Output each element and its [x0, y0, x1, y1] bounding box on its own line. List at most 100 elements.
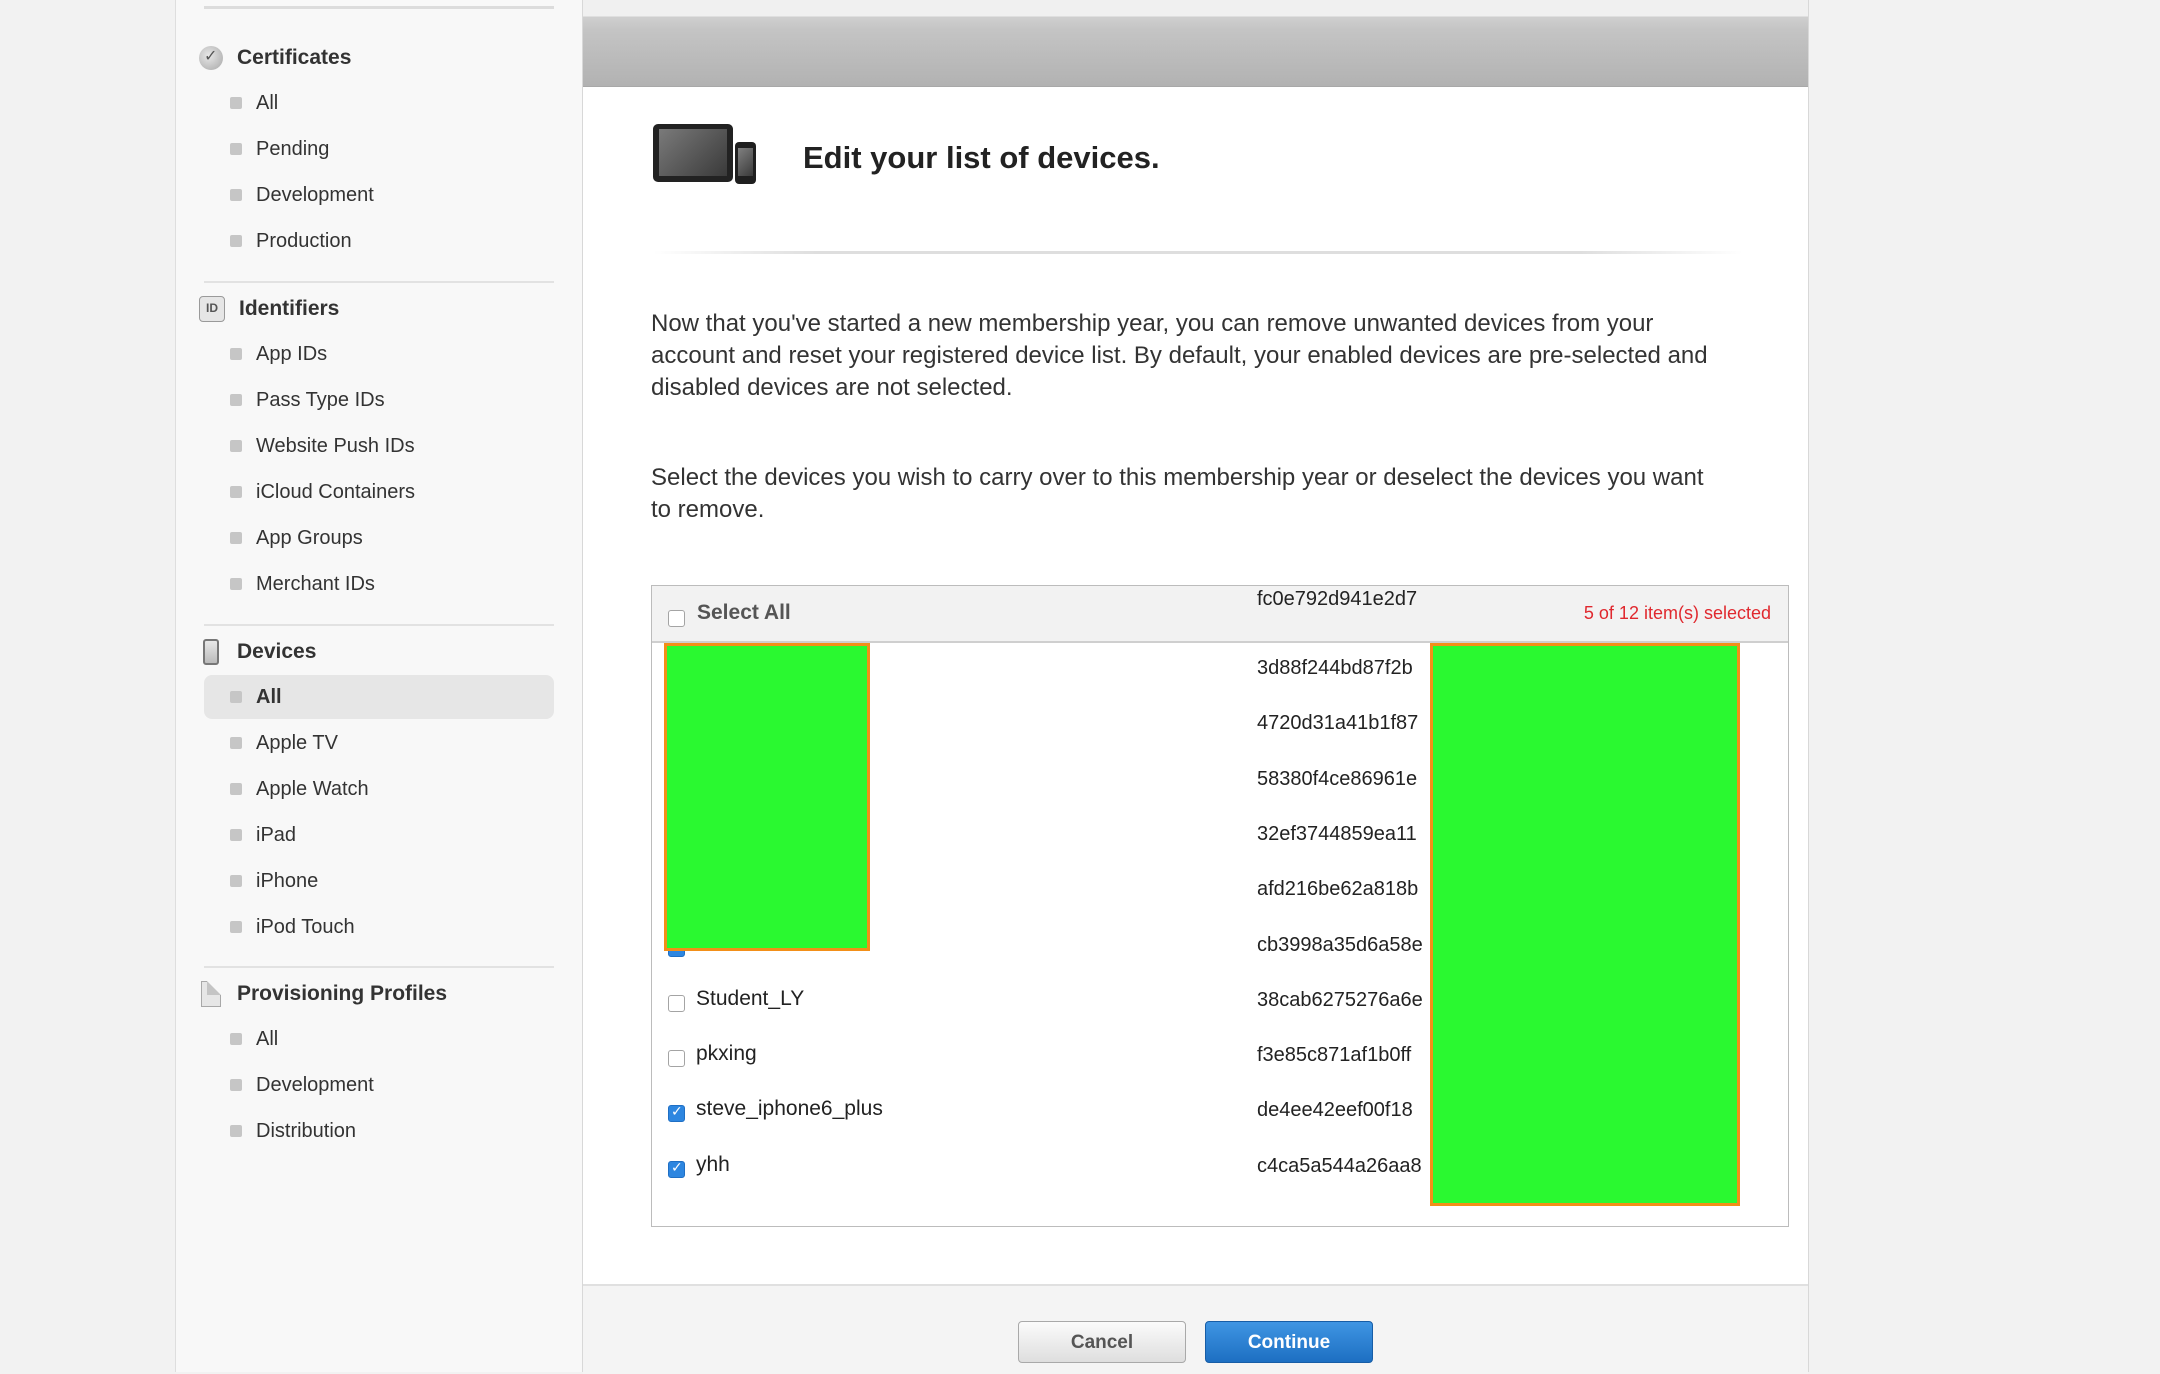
device-udid: 4720d31a41b1f87	[1257, 712, 1419, 735]
sidebar-item-icloud-containers[interactable]: iCloud Containers	[204, 470, 554, 514]
bullet-icon	[230, 532, 242, 544]
device-udid: fc0e792d941e2d7	[1257, 588, 1418, 610]
sidebar-item-ipod-touch[interactable]: iPod Touch	[204, 905, 554, 949]
bullet-icon	[230, 348, 242, 360]
cancel-button[interactable]: Cancel	[1018, 1321, 1186, 1363]
device-udid: afd216be62a818b	[1257, 878, 1419, 901]
bullet-icon	[230, 235, 242, 247]
sidebar-item-label: iPad	[256, 823, 297, 846]
device-udid: cb3998a35d6a58e	[1257, 933, 1423, 956]
bullet-icon	[230, 440, 242, 452]
sidebar-item-certificates-pending[interactable]: Pending	[204, 127, 554, 171]
sidebar-item-certificates-development[interactable]: Development	[204, 173, 554, 217]
bullet-icon	[230, 829, 242, 841]
bullet-icon	[230, 394, 242, 406]
device-name: Student_LY	[696, 986, 805, 1010]
sidebar-item-label: iPhone	[256, 869, 319, 892]
sidebar-item-profiles-development[interactable]: Development	[204, 1063, 554, 1107]
sidebar-item-label: Production	[256, 229, 352, 252]
sidebar-item-label: Apple TV	[256, 731, 338, 754]
sidebar-item-certificates-production[interactable]: Production	[204, 219, 554, 263]
device-udid: 58380f4ce86961e	[1257, 767, 1418, 790]
sidebar-item-label: App Groups	[256, 526, 363, 549]
profile-document-icon	[201, 981, 221, 1007]
devices-illustration-icon	[653, 122, 757, 186]
device-row[interactable]: fc0e792d941e2d7	[652, 586, 1788, 626]
tablet-icon	[653, 124, 733, 182]
sidebar-item-label: All	[256, 1027, 279, 1050]
intro-paragraph: Now that you've started a new membership…	[651, 310, 1708, 401]
sidebar-divider	[204, 966, 554, 968]
device-checkbox[interactable]	[668, 994, 685, 1012]
bullet-icon	[230, 189, 242, 201]
bullet-icon	[230, 783, 242, 795]
bullet-icon	[230, 921, 242, 933]
device-checkbox[interactable]	[668, 1050, 685, 1068]
sidebar-item-label: iCloud Containers	[256, 480, 415, 503]
bullet-icon	[230, 691, 242, 703]
sidebar-section-title: Provisioning Profiles	[237, 982, 448, 1005]
sidebar-divider	[204, 624, 554, 626]
sidebar-section-devices[interactable]: Devices	[199, 632, 316, 672]
instruction-paragraph: Select the devices you wish to carry ove…	[651, 464, 1704, 523]
title-divider	[653, 251, 1743, 254]
sidebar-item-certificates-all[interactable]: All	[204, 81, 554, 125]
sidebar-item-label: Development	[256, 1073, 374, 1096]
sidebar-item-app-groups[interactable]: App Groups	[204, 516, 554, 560]
device-list[interactable]: Select All 5 of 12 item(s) selected fc0e…	[651, 585, 1789, 1227]
sidebar-item-label: App IDs	[256, 342, 328, 365]
sidebar-item-label: Development	[256, 183, 374, 206]
continue-button[interactable]: Continue	[1205, 1321, 1373, 1363]
sidebar-item-label: iPod Touch	[256, 915, 355, 938]
bullet-icon	[230, 578, 242, 590]
sidebar-item-label: Website Push IDs	[256, 434, 415, 457]
sidebar-item-app-ids[interactable]: App IDs	[204, 332, 554, 376]
bullet-icon	[230, 143, 242, 155]
panel-header-bar	[583, 0, 1808, 87]
sidebar-divider	[204, 281, 554, 283]
dialog-footer: Cancel Continue	[583, 1284, 1808, 1374]
bullet-icon	[230, 486, 242, 498]
bullet-icon	[230, 1033, 242, 1045]
sidebar-section-title: Identifiers	[239, 297, 340, 320]
device-udid: 3d88f244bd87f2b	[1257, 657, 1413, 679]
bullet-icon	[230, 875, 242, 887]
sidebar-section-title: Certificates	[237, 46, 352, 69]
phone-icon	[735, 142, 756, 184]
sidebar-item-pass-type-ids[interactable]: Pass Type IDs	[204, 378, 554, 422]
sidebar-section-provisioning-profiles[interactable]: Provisioning Profiles	[199, 974, 447, 1014]
sidebar-item-merchant-ids[interactable]: Merchant IDs	[204, 562, 554, 606]
sidebar-item-label: Distribution	[256, 1119, 357, 1142]
certificate-icon	[199, 46, 223, 70]
sidebar-item-profiles-distribution[interactable]: Distribution	[204, 1109, 554, 1153]
sidebar-item-label: Pending	[256, 137, 330, 160]
device-udid: 38cab6275276a6e	[1257, 988, 1423, 1011]
sidebar-item-iphone[interactable]: iPhone	[204, 859, 554, 903]
sidebar-item-ipad[interactable]: iPad	[204, 813, 554, 857]
device-name: steve_iphone6_plus	[696, 1097, 883, 1121]
sidebar-top-divider	[204, 0, 554, 9]
bullet-icon	[230, 97, 242, 109]
main-panel: Edit your list of devices. Now that you'…	[583, 0, 1809, 1374]
sidebar-item-label: Merchant IDs	[256, 572, 375, 595]
sidebar-section-title: Devices	[237, 640, 317, 663]
device-udid: 32ef3744859ea11	[1257, 822, 1417, 845]
device-checkbox[interactable]	[668, 1160, 685, 1178]
sidebar: Certificates All Pending Development Pro…	[175, 0, 583, 1372]
device-name: yhh	[696, 1152, 730, 1176]
device-checkbox[interactable]	[668, 1104, 685, 1123]
sidebar-section-identifiers[interactable]: ID Identifiers	[199, 289, 339, 329]
bullet-icon	[230, 737, 242, 749]
sidebar-section-certificates[interactable]: Certificates	[199, 38, 351, 78]
sidebar-item-devices-all[interactable]: All	[204, 675, 554, 719]
sidebar-item-apple-tv[interactable]: Apple TV	[204, 721, 554, 765]
device-udid: c4ca5a544a26aa8	[1257, 1154, 1422, 1177]
redaction-box	[1430, 643, 1740, 1206]
sidebar-item-apple-watch[interactable]: Apple Watch	[204, 767, 554, 811]
bullet-icon	[230, 1079, 242, 1091]
sidebar-item-website-push-ids[interactable]: Website Push IDs	[204, 424, 554, 468]
device-name: pkxing	[696, 1042, 757, 1066]
sidebar-item-label: Apple Watch	[256, 777, 369, 800]
sidebar-item-profiles-all[interactable]: All	[204, 1017, 554, 1061]
page-title: Edit your list of devices.	[803, 140, 1160, 175]
